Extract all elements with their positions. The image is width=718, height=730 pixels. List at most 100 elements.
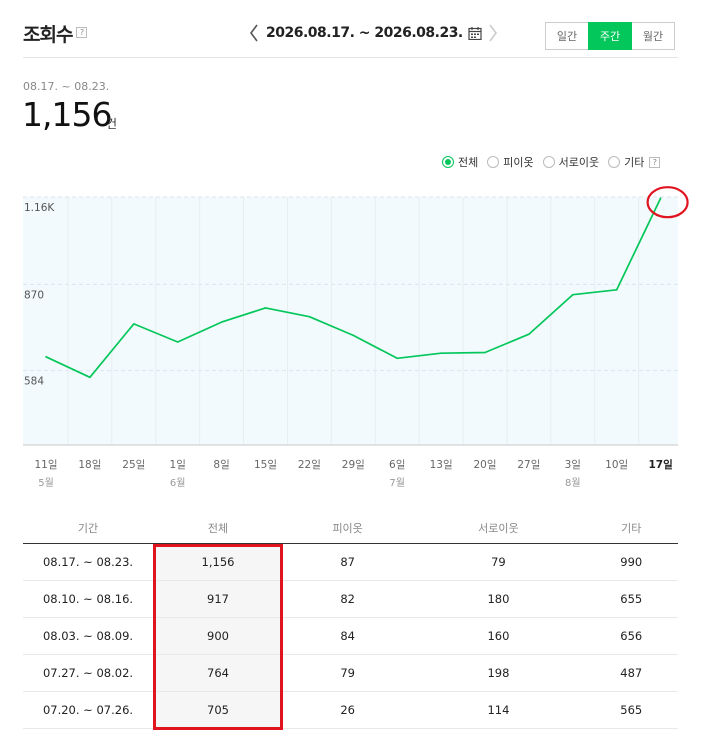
views-line-chart: 1.16K 870 584 11일 5월 18일 25일 1일 6월 8일 15일 22일 29일 6일 7… [23,186,689,489]
cell-neighbor: 82 [283,580,413,618]
x-tick-label: 3일 [565,458,581,471]
data-point [396,357,399,360]
x-tick-label: 10일 [605,458,628,471]
chevron-left-icon [250,24,258,42]
filter-other[interactable]: 기타 [608,154,644,170]
summary-range: 08.17. ~ 08.23. [23,80,110,93]
table-row: 08.10. ~ 08.16. 917 82 180 655 [23,580,678,618]
x-month-label: 5월 [38,477,54,489]
x-tick-label: 27일 [517,458,540,471]
cell-mutual: 79 [412,543,585,581]
date-range-label: 2026.08.17. ~ 2026.08.23. [266,25,463,41]
cell-mutual: 198 [412,654,585,692]
data-point [484,351,486,354]
radio-icon [542,156,555,168]
cell-neighbor: 79 [283,654,413,692]
cell-period: 07.20. ~ 07.26. [23,691,153,729]
data-point [220,321,223,323]
help-icon[interactable]: ? [649,156,661,168]
column-header-period: 기간 [23,513,153,544]
filter-all-label: 전체 [458,156,479,169]
x-tick-label: 17일 [648,458,672,471]
filter-all[interactable]: 전체 [442,154,478,170]
next-period-button[interactable] [486,21,500,45]
cell-other: 487 [584,654,678,692]
prev-period-button[interactable] [247,21,261,45]
x-tick-label: 8일 [213,458,229,471]
x-tick-label: 20일 [473,458,496,471]
period-tabs: 일간 주간 월간 [545,22,675,50]
tab-weekly[interactable]: 주간 [588,22,632,50]
x-tick-label: 6일 [389,458,405,471]
x-month-label: 6월 [170,477,186,489]
cell-period: 07.27. ~ 08.02. [23,654,153,692]
cell-total: 705 [153,691,283,729]
x-tick-label: 13일 [430,458,453,471]
x-month-label: 8월 [565,477,581,489]
cell-mutual: 160 [412,617,585,655]
data-point [133,323,135,325]
data-point [615,289,618,291]
x-tick-label: 1일 [170,458,186,471]
column-header-total: 전체 [153,513,283,544]
plot-background [23,197,678,445]
cell-mutual: 114 [412,691,585,729]
cell-total: 1,156 [153,543,283,581]
x-tick-label: 18일 [78,458,101,471]
data-point [264,307,267,309]
cell-other: 565 [584,691,678,729]
data-point [89,376,91,379]
column-header-neighbor: 피이옷 [283,513,413,544]
page-title: 조회수? [23,20,88,47]
cell-other: 655 [584,580,678,618]
cell-neighbor: 84 [283,617,413,655]
radio-icon [608,156,621,168]
table-row: 08.17. ~ 08.23. 1,156 87 79 990 [23,543,678,581]
stats-table: 기간 전체 피이옷 서로이웃 기타 08.17. ~ 08.23. 1,156 … [23,513,678,729]
column-header-other: 기타 [584,513,678,544]
tab-daily[interactable]: 일간 [545,22,589,50]
page-title-text: 조회수 [23,24,73,46]
data-point [352,334,355,337]
y-tick-label: 870 [24,289,44,301]
radio-icon [487,156,500,168]
filter-mutual[interactable]: 서로이웃 [542,154,600,170]
filter-neighbor-label: 피이옷 [503,156,534,169]
cell-period: 08.03. ~ 08.09. [23,617,153,655]
cell-other: 990 [584,543,678,581]
filter-other-label: 기타 [624,156,645,169]
cell-mutual: 180 [412,580,585,618]
data-point [176,341,179,343]
table-row: 07.27. ~ 08.02. 764 79 198 487 [23,654,678,692]
filter-mutual-label: 서로이웃 [558,156,600,169]
column-header-mutual: 서로이웃 [412,513,585,544]
radio-icon [442,156,454,168]
y-tick-label: 584 [24,376,44,388]
chevron-right-icon [489,24,497,42]
table-header-row: 기간 전체 피이옷 서로이웃 기타 [23,513,678,544]
cell-period: 08.17. ~ 08.23. [23,543,153,581]
cell-other: 656 [584,617,678,655]
help-icon[interactable]: ? [76,27,88,38]
x-tick-label: 22일 [298,458,321,471]
cell-total: 764 [153,654,283,692]
summary-unit: 건 [106,117,118,131]
series-filter: 전체 피이옷 서로이웃 기타 ? [442,154,661,170]
cell-total: 900 [153,617,283,655]
date-navigator: 2026.08.17. ~ 2026.08.23. [247,20,500,46]
cell-total: 917 [153,580,283,618]
page-header: 조회수? 2026.08.17. ~ 2026.08.23. 일간 주간 월간 [23,0,678,58]
calendar-icon[interactable] [468,26,482,40]
x-tick-label: 11일 [34,458,57,471]
x-month-label: 7월 [389,477,405,489]
x-tick-label: 29일 [342,458,365,471]
data-point [572,293,574,296]
x-tick-label: 15일 [254,458,277,471]
summary-total: 1,156 [22,95,112,134]
filter-neighbor[interactable]: 피이옷 [487,154,534,170]
x-tick-label: 25일 [122,458,145,471]
cell-neighbor: 87 [283,543,413,581]
tab-monthly[interactable]: 월간 [631,22,675,50]
data-point [308,315,311,318]
data-point [45,355,47,358]
